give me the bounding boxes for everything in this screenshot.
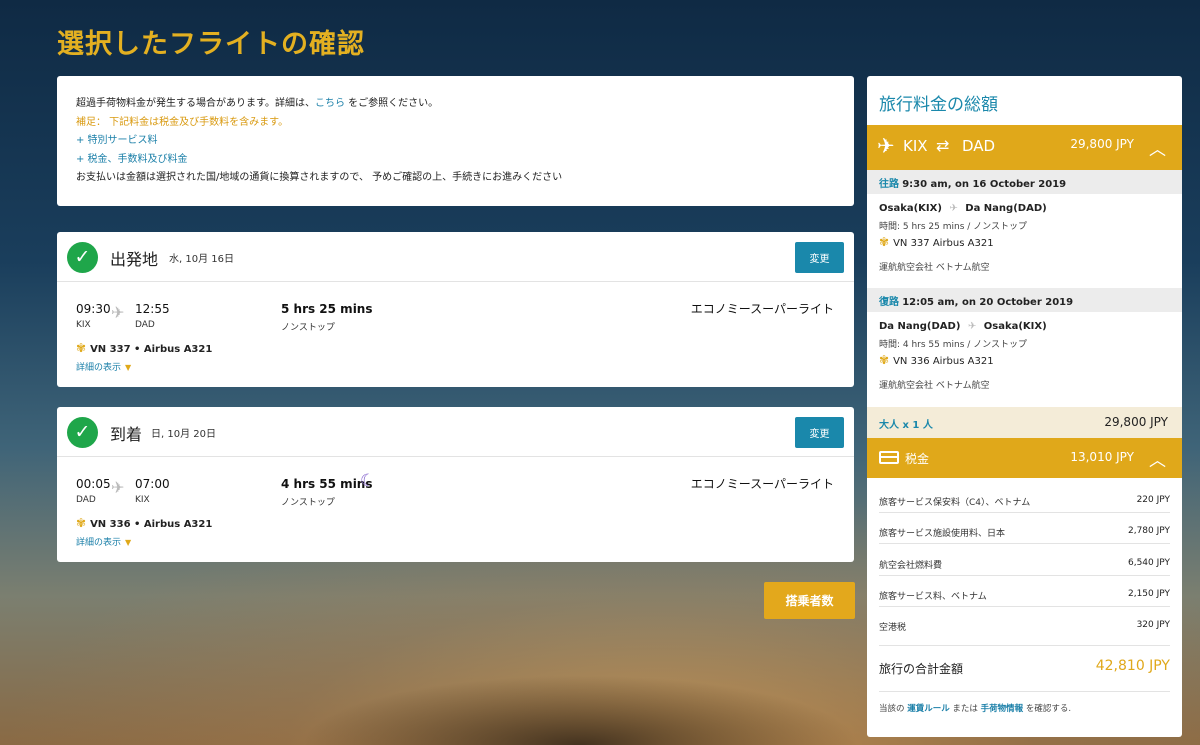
adult-fare-row: 大人 x 1 人 29,800 JPY	[867, 407, 1182, 438]
fare-class: エコノミースーパーライト	[690, 302, 834, 316]
tax-item: 旅客サービス施設使用料、日本 2,780 JPY	[879, 526, 1170, 539]
credit-card-icon	[879, 451, 899, 464]
rules-footer: 当該の 運賃ルール または 手荷物情報 を確認する.	[879, 704, 1072, 714]
adult-label: 大人 x 1 人	[879, 420, 933, 431]
show-details-link[interactable]: 詳細の表示 ▼	[76, 535, 131, 548]
dep-time: 09:30	[76, 302, 111, 316]
outbound-duration: 時間: 5 hrs 25 mins / ノンストップ	[879, 222, 1027, 232]
outbound-header: 往路 9:30 am, on 16 October 2019	[867, 170, 1182, 194]
stops: ノンストップ	[281, 323, 335, 333]
notice-line-note: 補足： 下記料金は税金及び手数料を含みます。	[76, 116, 289, 128]
here-link[interactable]: こちら	[315, 98, 345, 109]
show-details-link[interactable]: 詳細の表示 ▼	[76, 360, 131, 373]
dep-code: DAD	[76, 495, 96, 505]
divider	[879, 645, 1170, 646]
special-service-fee-link[interactable]: + 特別サービス料	[76, 132, 835, 151]
caret-down-icon: ▼	[125, 363, 132, 372]
tax-item: 航空会社燃料費 6,540 JPY	[879, 558, 1170, 571]
fare-rules-link[interactable]: 運賃ルール	[907, 704, 950, 714]
return-header: 復路 12:05 am, on 20 October 2019	[867, 288, 1182, 312]
lotus-icon: ✾	[76, 516, 87, 530]
change-arrival-button[interactable]: 変更	[795, 417, 844, 448]
dep-code: KIX	[76, 320, 91, 330]
route-to: DAD	[962, 137, 996, 155]
departure-card: ✓ 出発地 水, 10月 16日 変更 09:30 KIX ✈ 12:55 DA…	[57, 232, 854, 387]
return-duration: 時間: 4 hrs 55 mins / ノンストップ	[879, 340, 1027, 350]
page-title: 選択したフライトの確認	[57, 29, 365, 60]
chevron-up-icon[interactable]: ︿	[1149, 446, 1166, 471]
notice-card: 超過手荷物料金が発生する場合があります。詳細は、こちら をご参照ください。 補足…	[57, 76, 854, 206]
plane-icon: ✈	[967, 321, 977, 332]
adult-amount: 29,800 JPY	[1104, 415, 1168, 429]
flight-info: ✾ VN 336 • Airbus A321	[76, 516, 213, 530]
divider	[879, 512, 1170, 513]
flight-info: ✾ VN 337 • Airbus A321	[76, 341, 213, 355]
lotus-icon: ✾	[879, 353, 890, 367]
summary-title: 旅行料金の総額	[879, 95, 998, 115]
tax-label: 税金	[905, 452, 930, 466]
arrival-date: 日, 10月 20日	[151, 429, 216, 440]
arrival-header: ✓ 到着 日, 10月 20日 変更	[57, 407, 854, 457]
departure-header: ✓ 出発地 水, 10月 16日 変更	[57, 232, 854, 282]
tax-item: 旅客サービス料、ベトナム 2,150 JPY	[879, 589, 1170, 602]
arrival-label: 到着	[110, 425, 143, 444]
fare-summary-panel: 旅行料金の総額 ✈ KIX ⇄ DAD 29,800 JPY ︿ 往路 9:30…	[867, 76, 1182, 737]
duration: 5 hrs 25 mins	[281, 302, 373, 316]
notice-line-currency: お支払いは金額は選択された国/地域の通貨に換算されますので、 予めご確認の上、手…	[76, 172, 563, 183]
outbound-route: Osaka(KIX) ✈ Da Nang(DAD)	[879, 203, 1047, 214]
tax-bar[interactable]: 税金 13,010 JPY ︿	[867, 438, 1182, 478]
route-from: KIX	[903, 137, 928, 155]
taxes-fees-link[interactable]: + 税金、手数料及び料金	[76, 151, 835, 170]
overnight-moon-icon: ☾	[360, 471, 376, 491]
plane-icon: ✈	[111, 303, 125, 322]
outbound-flight: ✾ VN 337 Airbus A321	[879, 235, 994, 249]
tax-item: 旅客サービス保安料（C4）、ベトナム 220 JPY	[879, 495, 1170, 508]
departure-date: 水, 10月 16日	[169, 254, 234, 265]
arr-code: KIX	[135, 495, 150, 505]
change-departure-button[interactable]: 変更	[795, 242, 844, 273]
notice-line-baggage: 超過手荷物料金が発生する場合があります。詳細は、こちら をご参照ください。	[76, 98, 439, 109]
fare-class: エコノミースーパーライト	[690, 477, 834, 491]
plane-icon: ✈	[877, 134, 895, 158]
outbound-operator: 運航航空会社 ベトナム航空	[879, 263, 990, 273]
plane-icon: ✈	[949, 203, 958, 214]
chevron-up-icon[interactable]: ︿	[1149, 135, 1166, 160]
plane-icon: ✈	[111, 478, 125, 497]
stops: ノンストップ	[281, 498, 335, 508]
tax-price: 13,010 JPY	[1070, 450, 1134, 464]
arr-code: DAD	[135, 320, 155, 330]
check-icon: ✓	[67, 242, 98, 273]
return-flight: ✾ VN 336 Airbus A321	[879, 353, 994, 367]
dep-time: 00:05	[76, 477, 111, 491]
lotus-icon: ✾	[76, 341, 87, 355]
background-silhouette	[300, 675, 860, 745]
return-operator: 運航航空会社 ベトナム航空	[879, 381, 990, 391]
divider	[879, 606, 1170, 607]
departure-label: 出発地	[110, 250, 159, 269]
arr-time: 07:00	[135, 477, 170, 491]
duration: 4 hrs 55 mins	[281, 477, 373, 491]
swap-arrows-icon: ⇄	[936, 136, 950, 155]
arrival-body: 00:05 DAD ✈ 07:00 KIX 4 hrs 55 mins ☾ ノン…	[57, 457, 854, 561]
return-route: Da Nang(DAD) ✈ Osaka(KIX)	[879, 321, 1047, 332]
arr-time: 12:55	[135, 302, 170, 316]
route-bar[interactable]: ✈ KIX ⇄ DAD 29,800 JPY ︿	[867, 125, 1182, 170]
tax-item: 空港税 320 JPY	[879, 620, 1170, 633]
baggage-info-link[interactable]: 手荷物情報	[981, 704, 1024, 714]
route-price: 29,800 JPY	[1070, 137, 1134, 151]
caret-down-icon: ▼	[125, 538, 132, 547]
divider	[879, 691, 1170, 692]
check-icon: ✓	[67, 417, 98, 448]
arrival-card: ✓ 到着 日, 10月 20日 変更 00:05 DAD ✈ 07:00 KIX…	[57, 407, 854, 562]
total-amount: 42,810 JPY	[1095, 658, 1170, 674]
total-label: 旅行の合計金額	[879, 662, 964, 676]
lotus-icon: ✾	[879, 235, 890, 249]
departure-body: 09:30 KIX ✈ 12:55 DAD 5 hrs 25 mins ノンスト…	[57, 282, 854, 386]
divider	[879, 543, 1170, 544]
passengers-button[interactable]: 搭乗者数	[764, 582, 855, 619]
divider	[879, 575, 1170, 576]
